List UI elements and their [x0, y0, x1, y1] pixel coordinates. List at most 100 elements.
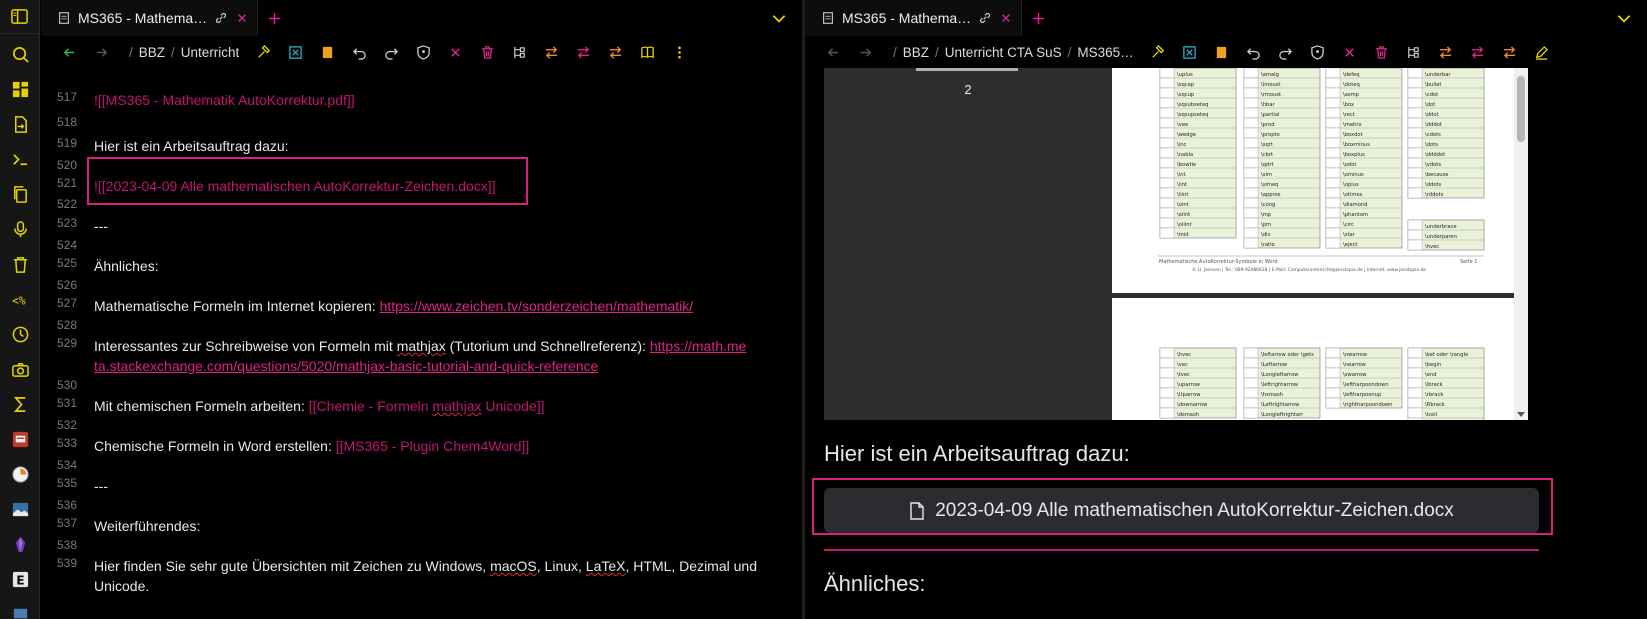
tab-bar-left: MS365 - Mathema… — [41, 0, 802, 36]
internal-wikilink[interactable]: [[Chemie - Formeln mathjax Unicode]] — [309, 398, 545, 414]
back-button[interactable] — [53, 36, 85, 68]
hammer-button[interactable] — [1142, 36, 1174, 68]
ribbon-dashboard[interactable] — [0, 72, 40, 107]
breadcrumb-item[interactable]: MS365… — [1077, 45, 1133, 60]
redo-button[interactable] — [375, 36, 407, 68]
swap-button-2[interactable] — [1462, 36, 1494, 68]
tree-button[interactable] — [503, 36, 535, 68]
file-move-icon — [14, 116, 27, 133]
ribbon-template[interactable]: <% — [0, 282, 40, 317]
undo-button[interactable] — [1238, 36, 1270, 68]
more-options-button[interactable] — [663, 36, 695, 68]
new-tab-button[interactable] — [258, 0, 290, 36]
pdf-command: \defeq — [1343, 72, 1360, 78]
ribbon-file-move[interactable] — [0, 107, 40, 142]
swap-button-1[interactable] — [535, 36, 567, 68]
delete-x-button[interactable] — [1334, 36, 1366, 68]
scroll-down-arrow-icon[interactable] — [1517, 412, 1525, 417]
breadcrumb-item[interactable]: Unterricht — [181, 45, 240, 60]
ribbon-excalidraw[interactable]: E — [0, 562, 40, 597]
file-embed-link[interactable]: 2023-04-09 Alle mathematischen AutoKorre… — [824, 488, 1539, 533]
pdf-symbol-cell — [1159, 387, 1175, 399]
back-button[interactable] — [817, 36, 849, 68]
shield-button[interactable] — [1302, 36, 1334, 68]
hammer-button[interactable] — [247, 36, 279, 68]
pdf-symbol-cell — [1159, 97, 1175, 109]
pdf-symbol-cell — [1243, 237, 1259, 249]
pdf-symbol-cell — [1325, 157, 1341, 169]
ribbon-trash[interactable] — [0, 247, 40, 282]
ribbon-terminal[interactable] — [0, 142, 40, 177]
shield-button[interactable] — [407, 36, 439, 68]
trash-button[interactable] — [1366, 36, 1398, 68]
external-link[interactable]: https://math.me — [650, 338, 746, 354]
link-icon[interactable] — [978, 11, 992, 25]
external-link-continued[interactable]: ta.stackexchange.com/questions/5020/math… — [94, 358, 598, 374]
pdf-command: \iint — [1177, 182, 1187, 188]
pdf-symbol-cell — [1407, 377, 1423, 389]
pdf-command: \begin — [1425, 362, 1441, 368]
ribbon-image[interactable] — [0, 492, 40, 527]
ribbon-camera[interactable] — [0, 352, 40, 387]
edit-button[interactable] — [1526, 36, 1558, 68]
pdf-symbol-cell — [1325, 177, 1341, 189]
chevron-down-icon[interactable] — [1615, 9, 1633, 27]
trash-icon — [1376, 45, 1388, 59]
ribbon-sigma[interactable] — [0, 387, 40, 422]
note-button[interactable] — [311, 36, 343, 68]
pdf-symbol-cell — [1407, 347, 1423, 359]
swap-button-3[interactable] — [599, 36, 631, 68]
breadcrumb-item[interactable]: Unterricht CTA SuS — [945, 45, 1062, 60]
pdf-command: \phantom — [1343, 212, 1368, 218]
pdf-command: \wedge — [1177, 132, 1196, 138]
pdf-embed[interactable]: 2 \uplus \sqcap \sqcup \sqsubseteq \sqsupset… — [824, 68, 1528, 420]
breadcrumb-item[interactable]: BBZ — [139, 45, 165, 60]
pdf-symbol-cell — [1407, 417, 1423, 420]
new-tab-button[interactable] — [1022, 0, 1054, 36]
close-icon[interactable] — [235, 11, 249, 25]
ribbon-calendar-clock[interactable] — [0, 457, 40, 492]
swap-button-2[interactable] — [567, 36, 599, 68]
source-editor[interactable]: 517 ![[MS365 - Mathematik AutoKorrektur.… — [41, 68, 802, 619]
pdf-command: \propto — [1261, 132, 1280, 138]
close-icon[interactable] — [999, 11, 1013, 25]
ribbon-copy[interactable] — [0, 177, 40, 212]
ribbon-search[interactable] — [0, 37, 40, 72]
swap-button-3[interactable] — [1494, 36, 1526, 68]
note-button[interactable] — [1206, 36, 1238, 68]
breadcrumb-item[interactable]: BBZ — [903, 45, 929, 60]
trash-button[interactable] — [471, 36, 503, 68]
reading-view[interactable]: 2 \uplus \sqcap \sqcup \sqsubseteq \sqsupset… — [805, 68, 1647, 619]
link-icon[interactable] — [214, 11, 228, 25]
pdf-scrollbar-thumb[interactable] — [1517, 76, 1525, 142]
pdf-scrollbar[interactable] — [1514, 68, 1528, 420]
ribbon-monitor[interactable] — [0, 597, 40, 619]
chevron-down-icon[interactable] — [770, 9, 788, 27]
delete-x-button[interactable] — [439, 36, 471, 68]
tab-active-right[interactable]: MS365 - Mathema… — [805, 0, 1023, 36]
ribbon-microphone[interactable] — [0, 212, 40, 247]
forward-button[interactable] — [849, 36, 881, 68]
pdf-command: \cbrt — [1261, 152, 1273, 158]
pdf-command: \sqcap — [1177, 82, 1195, 88]
excel-button[interactable] — [279, 36, 311, 68]
external-link[interactable]: https://www.zeichen.tv/sonderzeichen/mat… — [380, 298, 694, 314]
svg-text:E: E — [16, 573, 24, 587]
forward-button[interactable] — [85, 36, 117, 68]
sidebar-toggle[interactable] — [0, 0, 39, 34]
pdf-page-1: \uplus \sqcap \sqcup \sqsubseteq \sqsupseteq… — [1112, 68, 1522, 293]
excel-button[interactable] — [1174, 36, 1206, 68]
pdf-command: \oplus — [1343, 182, 1359, 188]
tree-button[interactable] — [1398, 36, 1430, 68]
redo-button[interactable] — [1270, 36, 1302, 68]
tab-active-left[interactable]: MS365 - Mathema… — [41, 0, 259, 36]
reading-view-button[interactable] — [631, 36, 663, 68]
undo-button[interactable] — [343, 36, 375, 68]
pdf-thumbnail[interactable] — [916, 68, 1018, 71]
internal-wikilink[interactable]: [[MS365 - Plugin Chem4Word]] — [336, 438, 530, 454]
ribbon-clock[interactable] — [0, 317, 40, 352]
ribbon-crystal[interactable] — [0, 527, 40, 562]
ribbon-app-red[interactable] — [0, 422, 40, 457]
swap-button-1[interactable] — [1430, 36, 1462, 68]
pdf-symbol-cell — [1159, 107, 1175, 119]
